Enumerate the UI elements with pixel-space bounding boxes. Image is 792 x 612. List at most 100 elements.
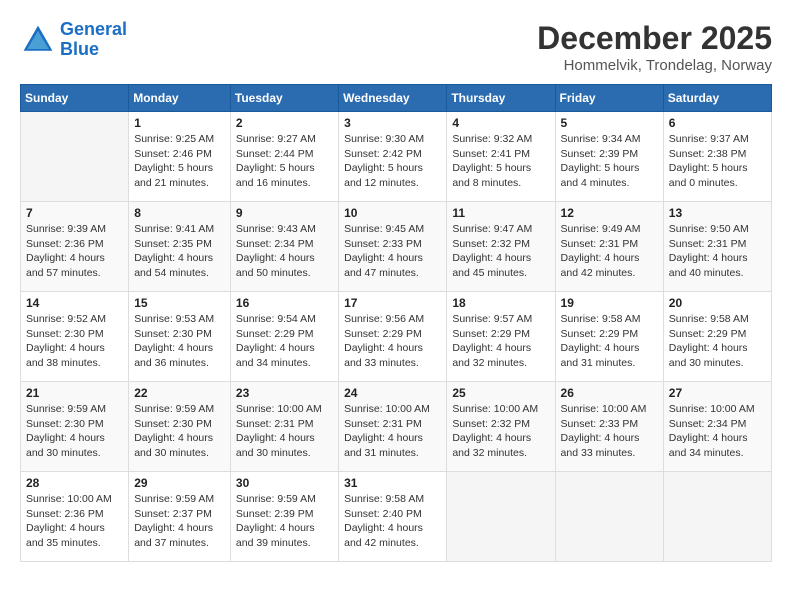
- calendar-cell: 11 Sunrise: 9:47 AMSunset: 2:32 PMDayligh…: [447, 202, 555, 292]
- calendar-cell: 19Sunrise: 9:58 AMSunset: 2:29 PMDayligh…: [555, 292, 663, 382]
- calendar-cell: 25 Sunrise: 10:00 AMSunset: 2:32 PMDaylig…: [447, 382, 555, 472]
- weekday-header: Sunday: [21, 85, 129, 112]
- day-info: Sunrise: 9:41 AMSunset: 2:35 PMDaylight:…: [134, 222, 225, 281]
- day-number: 27: [669, 386, 766, 400]
- calendar-week-row: 21 Sunrise: 9:59 AMSunset: 2:30 PMDayligh…: [21, 382, 772, 472]
- day-info: Sunrise: 10:00 AMSunset: 2:32 PMDaylight…: [452, 402, 549, 461]
- day-info: Sunrise: 9:34 AMSunset: 2:39 PMDaylight:…: [561, 132, 658, 191]
- day-number: 4: [452, 116, 549, 130]
- calendar-cell: 8 Sunrise: 9:41 AMSunset: 2:35 PMDaylight…: [129, 202, 231, 292]
- day-info: Sunrise: 10:00 AMSunset: 2:36 PMDaylight…: [26, 492, 123, 551]
- calendar-cell: 23 Sunrise: 10:00 AMSunset: 2:31 PMDaylig…: [230, 382, 338, 472]
- day-info: Sunrise: 9:25 AMSunset: 2:46 PMDaylight:…: [134, 132, 225, 191]
- day-number: 7: [26, 206, 123, 220]
- day-info: Sunrise: 9:57 AMSunset: 2:29 PMDaylight:…: [452, 312, 549, 371]
- day-info: Sunrise: 10:00 AMSunset: 2:31 PMDaylight…: [236, 402, 333, 461]
- day-info: Sunrise: 9:53 AMSunset: 2:30 PMDaylight:…: [134, 312, 225, 371]
- day-number: 22: [134, 386, 225, 400]
- calendar-cell: 2 Sunrise: 9:27 AMSunset: 2:44 PMDaylight…: [230, 112, 338, 202]
- day-number: 28: [26, 476, 123, 490]
- calendar-cell: 1 Sunrise: 9:25 AMSunset: 2:46 PMDaylight…: [129, 112, 231, 202]
- day-info: Sunrise: 9:59 AMSunset: 2:39 PMDaylight:…: [236, 492, 333, 551]
- day-number: 25: [452, 386, 549, 400]
- day-number: 1: [134, 116, 225, 130]
- day-info: Sunrise: 9:37 AMSunset: 2:38 PMDaylight:…: [669, 132, 766, 191]
- weekday-header: Friday: [555, 85, 663, 112]
- day-number: 11: [452, 206, 549, 220]
- calendar-cell: 20 Sunrise: 9:58 AMSunset: 2:29 PMDayligh…: [663, 292, 771, 382]
- day-info: Sunrise: 9:58 AMSunset: 2:29 PMDaylight:…: [561, 312, 658, 371]
- day-info: Sunrise: 10:00 AMSunset: 2:34 PMDaylight…: [669, 402, 766, 461]
- day-number: 15: [134, 296, 225, 310]
- day-info: Sunrise: 10:00 AMSunset: 2:33 PMDaylight…: [561, 402, 658, 461]
- logo-icon: [20, 22, 56, 58]
- calendar-cell: 30 Sunrise: 9:59 AMSunset: 2:39 PMDayligh…: [230, 472, 338, 562]
- day-number: 24: [344, 386, 441, 400]
- calendar-cell: 17 Sunrise: 9:56 AMSunset: 2:29 PMDayligh…: [339, 292, 447, 382]
- calendar-cell: 21 Sunrise: 9:59 AMSunset: 2:30 PMDayligh…: [21, 382, 129, 472]
- day-number: 10: [344, 206, 441, 220]
- day-info: Sunrise: 9:27 AMSunset: 2:44 PMDaylight:…: [236, 132, 333, 191]
- day-info: Sunrise: 9:49 AMSunset: 2:31 PMDaylight:…: [561, 222, 658, 281]
- day-number: 8: [134, 206, 225, 220]
- day-info: Sunrise: 9:39 AMSunset: 2:36 PMDaylight:…: [26, 222, 123, 281]
- day-number: 2: [236, 116, 333, 130]
- weekday-header: Tuesday: [230, 85, 338, 112]
- calendar-cell: 26 Sunrise: 10:00 AMSunset: 2:33 PMDaylig…: [555, 382, 663, 472]
- day-number: 16: [236, 296, 333, 310]
- calendar-cell: 29 Sunrise: 9:59 AMSunset: 2:37 PMDayligh…: [129, 472, 231, 562]
- day-number: 13: [669, 206, 766, 220]
- day-number: 6: [669, 116, 766, 130]
- calendar-week-row: 28 Sunrise: 10:00 AMSunset: 2:36 PMDaylig…: [21, 472, 772, 562]
- day-number: 14: [26, 296, 123, 310]
- calendar-cell: 14 Sunrise: 9:52 AMSunset: 2:30 PMDayligh…: [21, 292, 129, 382]
- day-info: Sunrise: 9:56 AMSunset: 2:29 PMDaylight:…: [344, 312, 441, 371]
- calendar-cell: 10 Sunrise: 9:45 AMSunset: 2:33 PMDayligh…: [339, 202, 447, 292]
- calendar-cell: 3Sunrise: 9:30 AMSunset: 2:42 PMDaylight…: [339, 112, 447, 202]
- day-info: Sunrise: 10:00 AMSunset: 2:31 PMDaylight…: [344, 402, 441, 461]
- day-info: Sunrise: 9:47 AMSunset: 2:32 PMDaylight:…: [452, 222, 549, 281]
- calendar-cell: 18 Sunrise: 9:57 AMSunset: 2:29 PMDayligh…: [447, 292, 555, 382]
- day-number: 21: [26, 386, 123, 400]
- day-info: Sunrise: 9:58 AMSunset: 2:29 PMDaylight:…: [669, 312, 766, 371]
- day-number: 9: [236, 206, 333, 220]
- calendar-cell: 6 Sunrise: 9:37 AMSunset: 2:38 PMDaylight…: [663, 112, 771, 202]
- day-info: Sunrise: 9:50 AMSunset: 2:31 PMDaylight:…: [669, 222, 766, 281]
- day-info: Sunrise: 9:59 AMSunset: 2:30 PMDaylight:…: [134, 402, 225, 461]
- day-number: 26: [561, 386, 658, 400]
- calendar-cell: 24 Sunrise: 10:00 AMSunset: 2:31 PMDaylig…: [339, 382, 447, 472]
- calendar-cell: 7 Sunrise: 9:39 AMSunset: 2:36 PMDaylight…: [21, 202, 129, 292]
- weekday-header: Monday: [129, 85, 231, 112]
- day-number: 29: [134, 476, 225, 490]
- day-number: 5: [561, 116, 658, 130]
- month-title: December 2025: [537, 20, 772, 57]
- calendar-cell: [447, 472, 555, 562]
- day-number: 20: [669, 296, 766, 310]
- location: Hommelvik, Trondelag, Norway: [537, 57, 772, 74]
- day-info: Sunrise: 9:32 AMSunset: 2:41 PMDaylight:…: [452, 132, 549, 191]
- calendar-table: SundayMondayTuesdayWednesdayThursdayFrid…: [20, 84, 772, 562]
- calendar-cell: 15 Sunrise: 9:53 AMSunset: 2:30 PMDayligh…: [129, 292, 231, 382]
- day-number: 23: [236, 386, 333, 400]
- weekday-header: Wednesday: [339, 85, 447, 112]
- day-number: 30: [236, 476, 333, 490]
- calendar-cell: 27 Sunrise: 10:00 AMSunset: 2:34 PMDaylig…: [663, 382, 771, 472]
- day-number: 31: [344, 476, 441, 490]
- day-info: Sunrise: 9:59 AMSunset: 2:30 PMDaylight:…: [26, 402, 123, 461]
- calendar-cell: 4 Sunrise: 9:32 AMSunset: 2:41 PMDaylight…: [447, 112, 555, 202]
- title-block: December 2025 Hommelvik, Trondelag, Norw…: [537, 20, 772, 74]
- calendar-cell: 12Sunrise: 9:49 AMSunset: 2:31 PMDayligh…: [555, 202, 663, 292]
- day-info: Sunrise: 9:59 AMSunset: 2:37 PMDaylight:…: [134, 492, 225, 551]
- calendar-week-row: 7 Sunrise: 9:39 AMSunset: 2:36 PMDaylight…: [21, 202, 772, 292]
- day-number: 17: [344, 296, 441, 310]
- day-number: 18: [452, 296, 549, 310]
- calendar-cell: [663, 472, 771, 562]
- day-info: Sunrise: 9:58 AMSunset: 2:40 PMDaylight:…: [344, 492, 441, 551]
- calendar-week-row: 1 Sunrise: 9:25 AMSunset: 2:46 PMDaylight…: [21, 112, 772, 202]
- logo: General Blue: [20, 20, 127, 60]
- weekday-header-row: SundayMondayTuesdayWednesdayThursdayFrid…: [21, 85, 772, 112]
- day-info: Sunrise: 9:52 AMSunset: 2:30 PMDaylight:…: [26, 312, 123, 371]
- weekday-header: Saturday: [663, 85, 771, 112]
- day-info: Sunrise: 9:45 AMSunset: 2:33 PMDaylight:…: [344, 222, 441, 281]
- calendar-cell: 5 Sunrise: 9:34 AMSunset: 2:39 PMDaylight…: [555, 112, 663, 202]
